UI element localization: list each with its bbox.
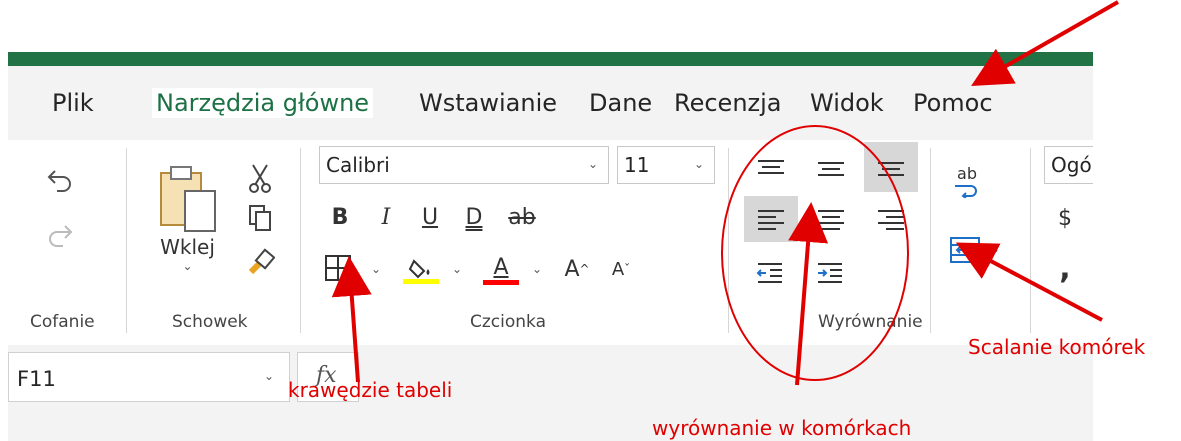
annotation-borders: krawędzie tabeli [288, 378, 453, 402]
alignment-highlight-circle [721, 125, 909, 381]
annotation-merge: Scalanie komórek [968, 335, 1146, 359]
annotation-alignment: wyrównanie w komórkach [652, 416, 912, 440]
annotation-overlay [331, 0, 1119, 386]
arrow-to-merge [955, 242, 1103, 322]
arrow-to-alignment [788, 202, 829, 386]
arrow-to-help-tab [971, 0, 1119, 86]
arrow-to-borders [331, 256, 372, 383]
